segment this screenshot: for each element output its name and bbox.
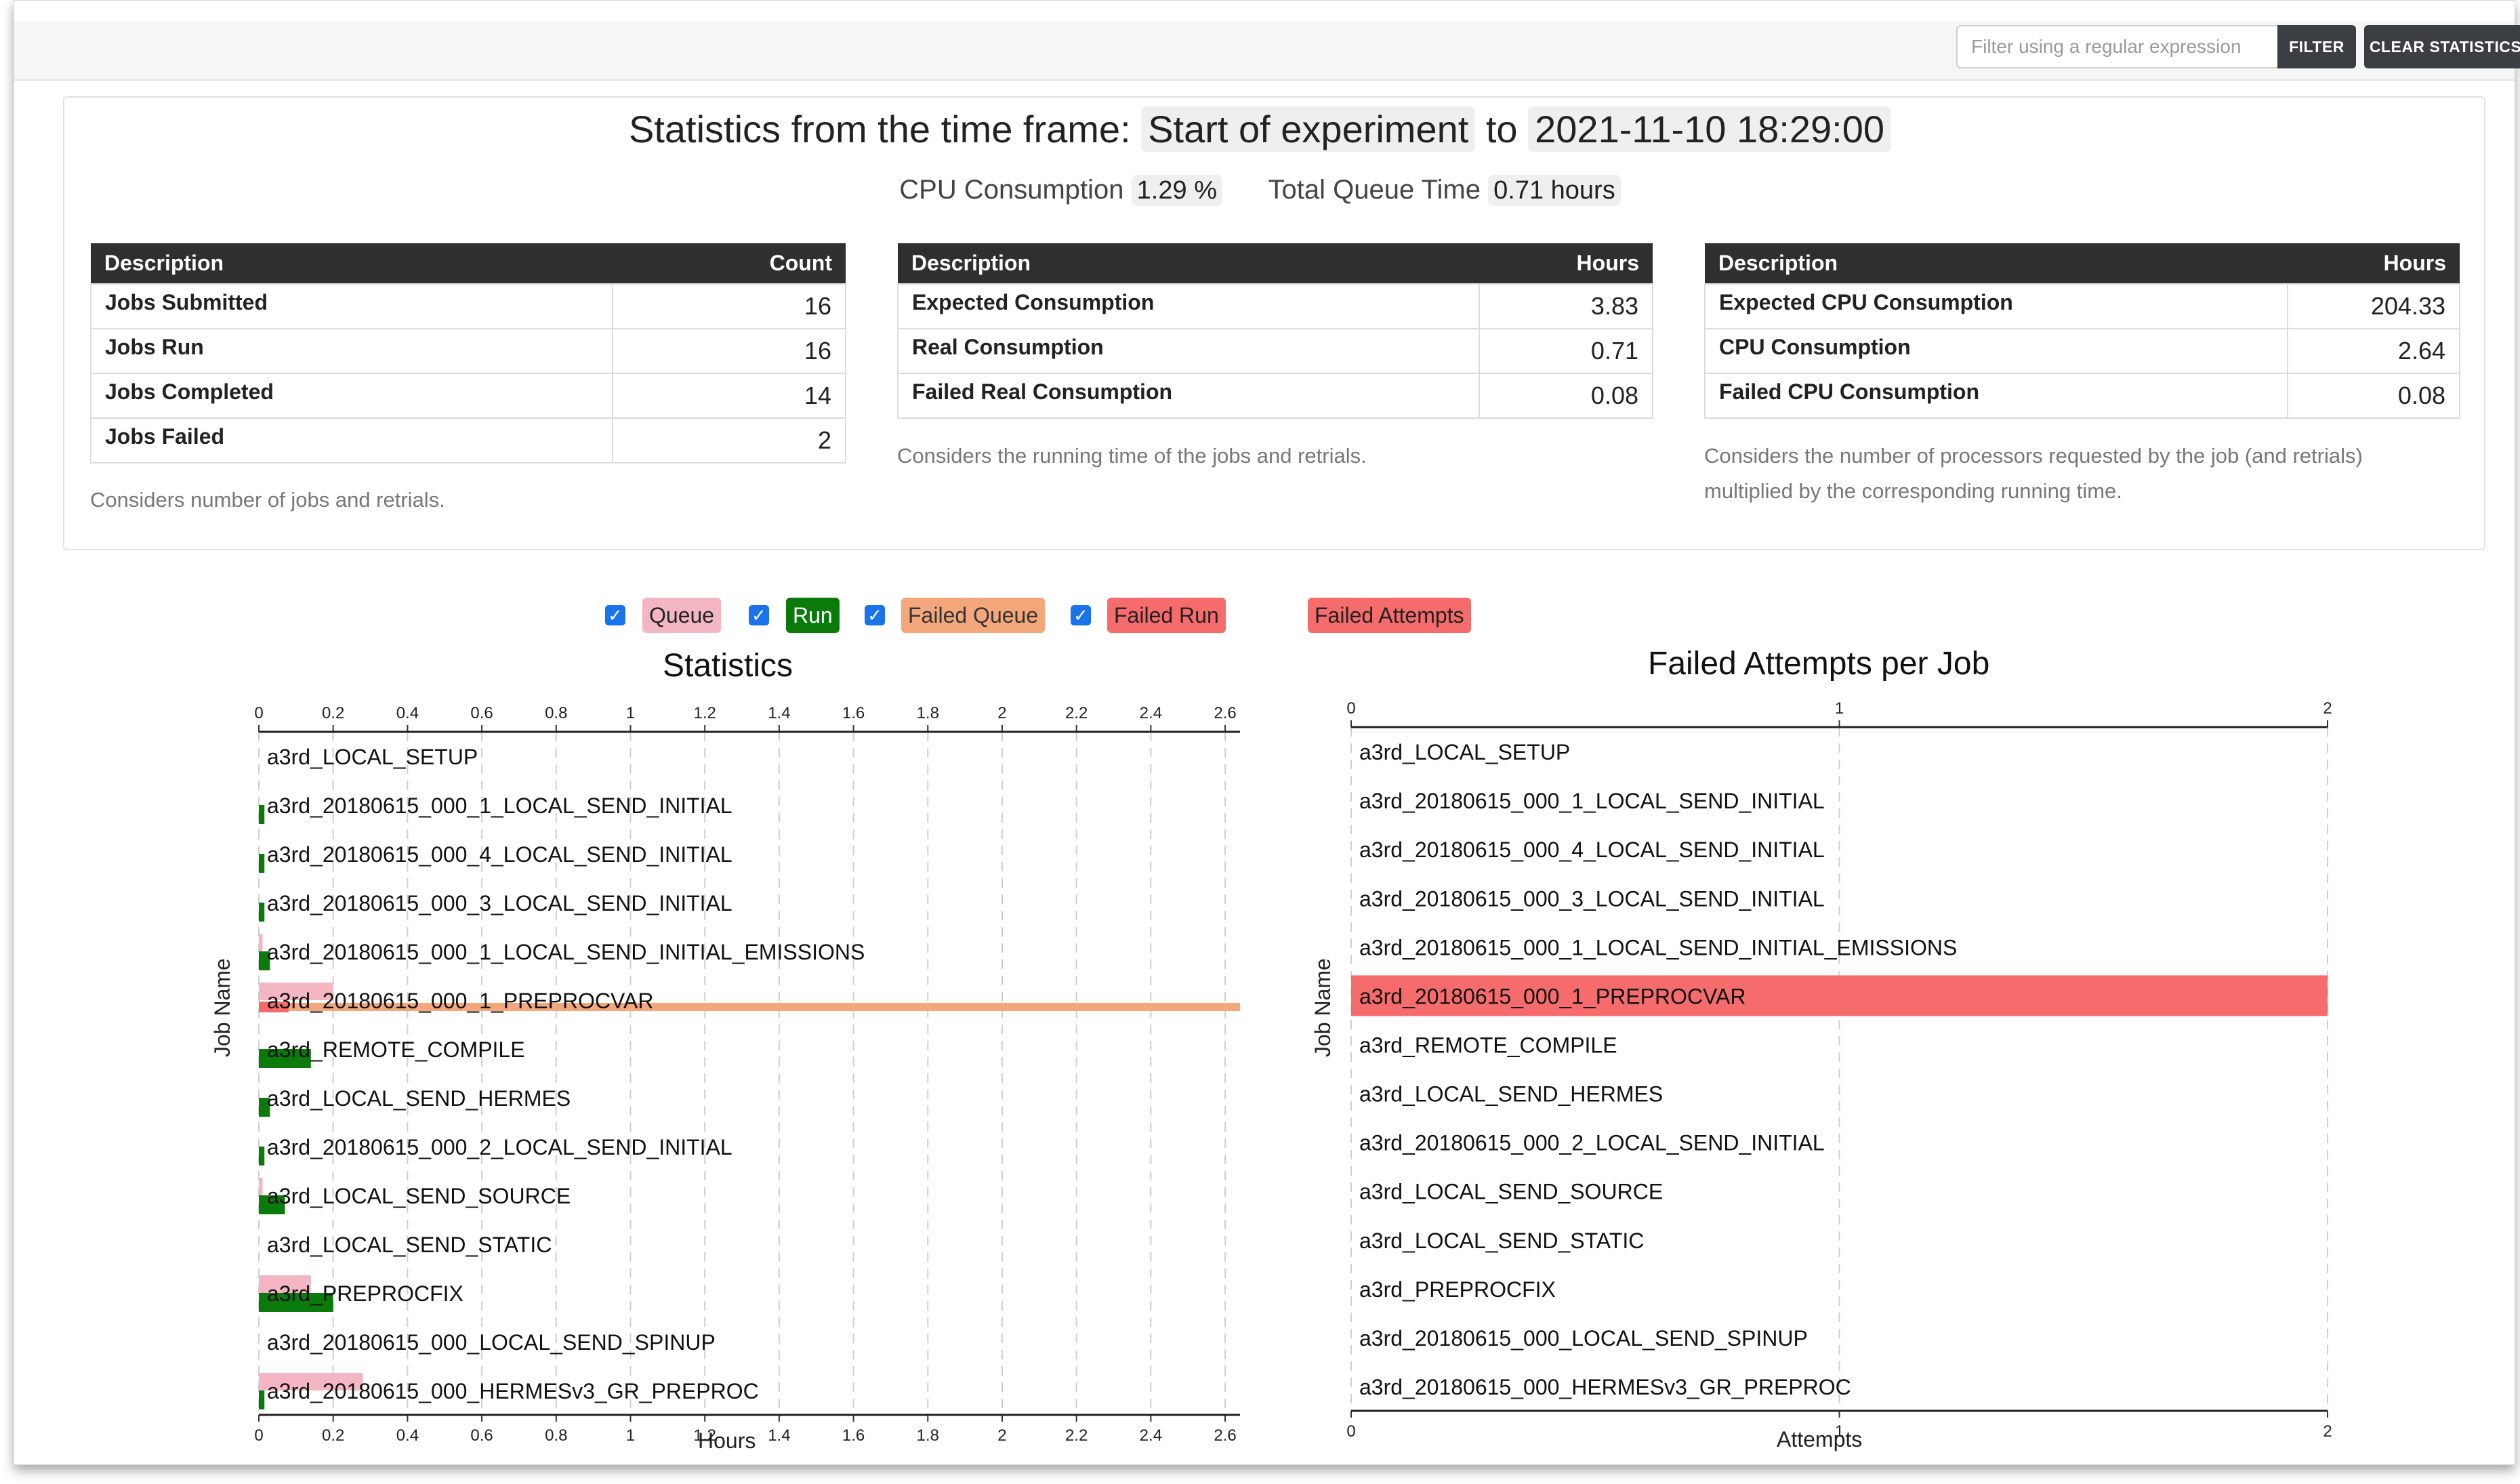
- table-cell-value: 0.71: [1479, 328, 1653, 374]
- stats-from-date: Start of experiment: [1141, 106, 1476, 152]
- cpu-consumption-value: 1.29 %: [1131, 175, 1222, 206]
- statistics-chart-title: Statistics: [663, 648, 793, 684]
- table-cell-value: 3.83: [1479, 283, 1653, 329]
- table-cell-description: Failed CPU Consumption: [1704, 373, 2288, 419]
- table-row: Real Consumption 0.71: [897, 328, 1653, 374]
- table-row: Jobs Submitted 16: [90, 283, 846, 329]
- run-checkbox[interactable]: ✓: [749, 605, 769, 625]
- toolbar: FILTER CLEAR STATISTICS: [14, 21, 2520, 81]
- total-queue-value: 0.71 hours: [1488, 175, 1621, 206]
- stats-to-date: 2021-11-10 18:29:00: [1528, 106, 1891, 152]
- cpu-table-note-line1: Considers the number of processors reque…: [1704, 444, 2363, 468]
- table-cell-value: 0.08: [2287, 373, 2460, 419]
- table-cell-description: Expected Consumption: [897, 283, 1480, 329]
- cpu-table-note-line2: multiplied by the corresponding running …: [1704, 479, 2122, 503]
- table-cell-description: Failed Real Consumption: [897, 373, 1480, 419]
- table-header: Description: [898, 243, 1479, 284]
- table-row: CPU Consumption 2.64: [1704, 328, 2460, 374]
- table-row: Expected Consumption 3.83: [897, 283, 1653, 329]
- table-row: Failed Real Consumption 0.08: [897, 373, 1653, 419]
- cpu-consumption-table: Description Hours Expected CPU Consumpti…: [1704, 243, 2460, 419]
- statistics-x-axis-label: Hours: [698, 1428, 756, 1453]
- legend-failed-attempts: Failed Attempts: [1308, 598, 1471, 633]
- table-cell-value: 204.33: [2287, 283, 2460, 329]
- table-header: Description: [1705, 243, 2288, 284]
- queue-checkbox[interactable]: ✓: [605, 605, 625, 625]
- cpu-consumption-label: CPU Consumption: [899, 175, 1124, 205]
- table-header: Hours: [1479, 243, 1653, 284]
- stats-to-word: to: [1485, 108, 1518, 150]
- legend-run[interactable]: Run: [786, 598, 840, 633]
- table-row: Jobs Run 16: [90, 328, 846, 374]
- table-cell-value: 14: [612, 373, 846, 419]
- consumption-table: Description Hours Expected Consumption 3…: [897, 243, 1653, 419]
- failed-attempts-x-axis-label: Attempts: [1777, 1427, 1863, 1451]
- table-header: Count: [613, 243, 846, 284]
- table-cell-description: Expected CPU Consumption: [1704, 283, 2288, 329]
- jobs-table-note: Considers number of jobs and retrials.: [90, 488, 445, 512]
- table-cell-description: Jobs Completed: [90, 373, 613, 419]
- filter-button[interactable]: FILTER: [2277, 25, 2356, 68]
- table-cell-description: Real Consumption: [897, 328, 1480, 374]
- filter-input[interactable]: [1956, 25, 2281, 68]
- table-cell-value: 2: [612, 417, 846, 463]
- total-queue-label: Total Queue Time: [1268, 175, 1481, 205]
- clear-statistics-button[interactable]: CLEAR STATISTICS: [2364, 25, 2520, 68]
- table-cell-value: 16: [612, 283, 846, 329]
- table-header: Hours: [2288, 243, 2460, 284]
- jobs-count-table: Description Count Jobs Submitted 16 Jobs…: [90, 243, 846, 463]
- table-cell-description: Jobs Run: [90, 328, 613, 374]
- table-row: Failed CPU Consumption 0.08: [1704, 373, 2460, 419]
- failed-attempts-chart-title: Failed Attempts per Job: [1648, 646, 1990, 682]
- table-cell-description: Jobs Failed: [90, 417, 613, 463]
- statistics-y-axis-label: Job Name: [210, 958, 234, 1057]
- legend-queue[interactable]: Queue: [642, 598, 722, 633]
- stats-title-prefix: Statistics from the time frame:: [629, 108, 1131, 150]
- table-cell-value: 2.64: [2287, 328, 2460, 374]
- table-cell-description: Jobs Submitted: [90, 283, 613, 329]
- table-row: Expected CPU Consumption 204.33: [1704, 283, 2460, 329]
- consumption-table-note: Considers the running time of the jobs a…: [897, 444, 1367, 468]
- cpu-table-note: Considers the number of processors reque…: [1704, 438, 2363, 509]
- failed-attempts-y-axis-label: Job Name: [1310, 958, 1335, 1057]
- legend-failed-run[interactable]: Failed Run: [1107, 598, 1226, 633]
- legend-failed-queue[interactable]: Failed Queue: [901, 598, 1046, 633]
- table-cell-description: CPU Consumption: [1704, 328, 2288, 374]
- stats-summary: CPU Consumption 1.29 % Total Queue Time …: [0, 175, 2520, 206]
- table-row: Jobs Failed 2: [90, 417, 846, 463]
- stats-title: Statistics from the time frame: Start of…: [0, 106, 2520, 152]
- table-header: Description: [91, 243, 613, 284]
- failed-queue-checkbox[interactable]: ✓: [865, 605, 885, 625]
- table-row: Jobs Completed 14: [90, 373, 846, 419]
- failed-run-checkbox[interactable]: ✓: [1071, 605, 1091, 625]
- table-cell-value: 16: [612, 328, 846, 374]
- table-cell-value: 0.08: [1479, 373, 1653, 419]
